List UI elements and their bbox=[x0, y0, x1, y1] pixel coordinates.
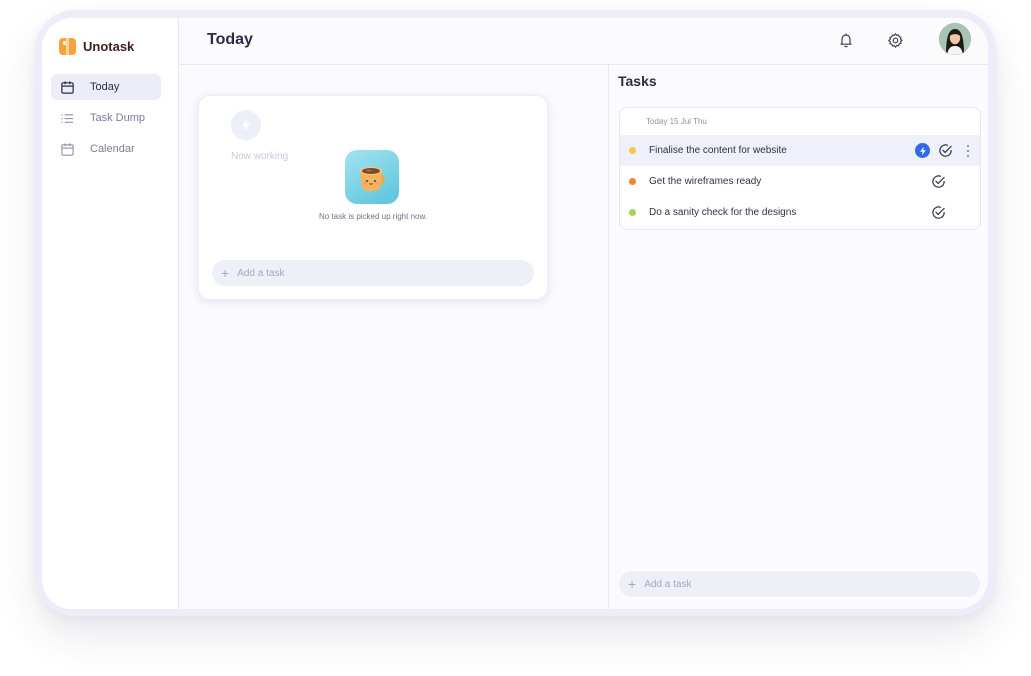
brand-name: Unotask bbox=[83, 39, 135, 54]
task-text: Get the wireframes ready bbox=[649, 176, 762, 187]
brand: Unotask bbox=[59, 38, 134, 55]
check-circle-icon bbox=[931, 206, 945, 219]
sidebar-item-label: Calendar bbox=[90, 143, 135, 155]
empty-state-message: No task is picked up right now. bbox=[318, 212, 428, 221]
avatar[interactable] bbox=[939, 23, 971, 55]
sidebar-item-calendar[interactable]: Calendar bbox=[51, 136, 161, 162]
now-working-badge bbox=[231, 110, 261, 140]
plus-icon: + bbox=[628, 576, 637, 592]
start-working-button[interactable] bbox=[915, 143, 930, 158]
task-text: Finalise the content for website bbox=[649, 145, 787, 156]
sidebar: Unotask Today Task Dump Calendar bbox=[42, 18, 179, 609]
panel-divider bbox=[608, 64, 609, 609]
page-title: Today bbox=[207, 31, 253, 48]
date-label: Today 15 Jul Thu bbox=[646, 117, 707, 126]
check-circle-icon bbox=[938, 144, 952, 157]
notifications-button[interactable] bbox=[836, 30, 856, 50]
more-vertical-icon bbox=[966, 144, 970, 157]
tasks-heading: Tasks bbox=[618, 73, 657, 89]
device-frame: Unotask Today Task Dump Calendar Today N… bbox=[35, 10, 996, 616]
calendar-icon bbox=[61, 80, 74, 94]
add-task-placeholder: Add a task bbox=[237, 267, 285, 279]
sidebar-item-label: Task Dump bbox=[90, 112, 146, 124]
sidebar-item-label: Today bbox=[90, 81, 120, 93]
coffee-cup-illustration bbox=[360, 167, 385, 191]
bell-icon bbox=[840, 33, 852, 48]
sidebar-nav: Today Task Dump Calendar bbox=[51, 74, 161, 167]
sidebar-item-task-dump[interactable]: Task Dump bbox=[51, 105, 161, 131]
task-row[interactable]: Do a sanity check for the designs bbox=[620, 197, 980, 228]
unotask-logo-icon bbox=[59, 38, 76, 55]
complete-task-button[interactable] bbox=[930, 174, 946, 190]
plus-icon: + bbox=[221, 265, 230, 281]
settings-button[interactable] bbox=[885, 30, 905, 50]
task-actions bbox=[930, 166, 946, 197]
add-task-input[interactable]: + Add a task bbox=[619, 571, 980, 597]
task-actions bbox=[915, 135, 980, 166]
complete-task-button[interactable] bbox=[930, 205, 946, 221]
coffee-cup-icon bbox=[345, 150, 399, 204]
task-actions bbox=[930, 197, 946, 228]
priority-dot bbox=[629, 178, 636, 185]
now-working-card: Now working No task is picked up right n… bbox=[198, 95, 548, 300]
check-circle-icon bbox=[931, 175, 945, 188]
sidebar-item-today[interactable]: Today bbox=[51, 74, 161, 100]
more-options-button[interactable] bbox=[962, 143, 974, 159]
list-icon bbox=[61, 113, 74, 123]
top-bar: Today bbox=[179, 18, 988, 65]
user-avatar-icon bbox=[939, 23, 971, 55]
gear-icon bbox=[887, 32, 903, 48]
task-row[interactable]: Get the wireframes ready bbox=[620, 166, 980, 197]
lightning-icon bbox=[242, 119, 250, 131]
now-working-label: Now working bbox=[231, 151, 289, 162]
lightning-icon bbox=[919, 146, 926, 155]
add-task-placeholder: Add a task bbox=[644, 578, 692, 590]
app-window: Unotask Today Task Dump Calendar Today N… bbox=[42, 18, 988, 609]
complete-task-button[interactable] bbox=[937, 143, 953, 159]
priority-dot bbox=[629, 147, 636, 154]
task-text: Do a sanity check for the designs bbox=[649, 207, 797, 218]
add-task-input[interactable]: + Add a task bbox=[212, 260, 534, 286]
task-list-card: Today 15 Jul Thu Finalise the content fo… bbox=[619, 107, 981, 230]
calendar-icon bbox=[61, 142, 74, 156]
priority-dot bbox=[629, 209, 636, 216]
task-row[interactable]: Finalise the content for website bbox=[620, 135, 980, 166]
